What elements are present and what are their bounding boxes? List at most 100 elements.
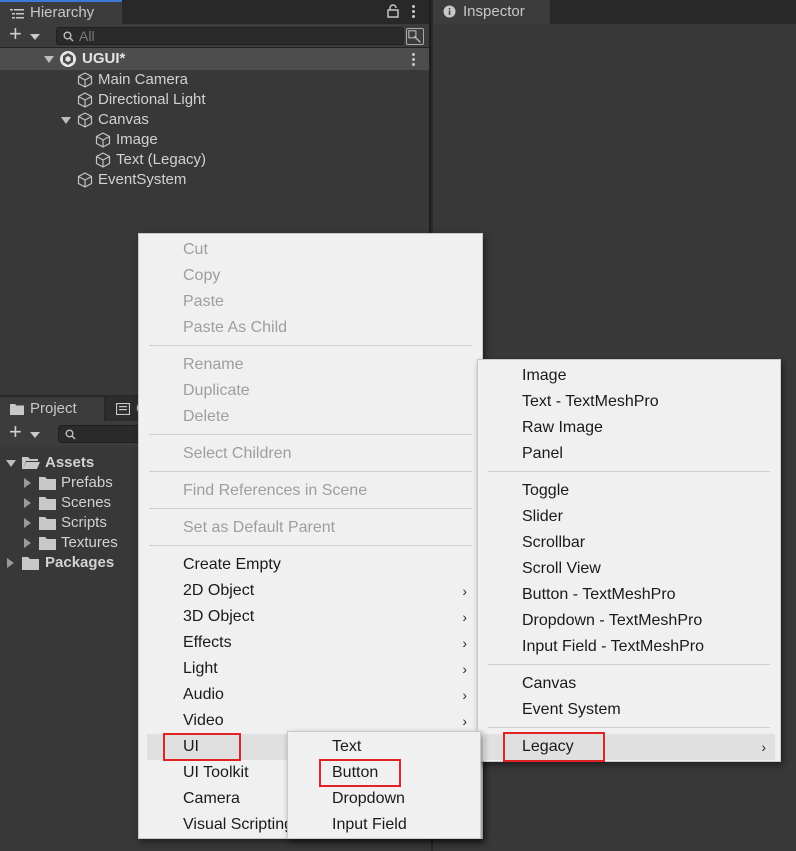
menu-item-label: Toggle: [522, 482, 570, 499]
submenu-item-canvas[interactable]: Canvas: [522, 671, 576, 697]
menu-separator: [149, 471, 472, 472]
chevron-down-icon: [30, 34, 40, 40]
menu-item-label: Paste: [183, 293, 224, 310]
menu-item-ui-toolkit[interactable]: UI Toolkit: [183, 760, 249, 786]
menu-item-label: Duplicate: [183, 382, 250, 399]
tree-item-label: Canvas: [98, 111, 149, 128]
folder-label: Textures: [61, 534, 118, 551]
menu-item-label: Camera: [183, 790, 240, 807]
legacy-item-input-field[interactable]: Input Field: [332, 812, 407, 838]
tab-hierarchy-label: Hierarchy: [30, 4, 95, 21]
submenu-item-dropdown-textmeshpro[interactable]: Dropdown - TextMeshPro: [522, 608, 702, 634]
hierarchy-search-input[interactable]: All: [56, 27, 404, 45]
menu-item-2d-object[interactable]: 2D Object ›: [183, 578, 467, 604]
submenu-item-button-textmeshpro[interactable]: Button - TextMeshPro: [522, 582, 676, 608]
menu-separator: [149, 345, 472, 346]
folder-expand-icon[interactable]: [24, 478, 31, 488]
menu-item-label: 3D Object: [183, 608, 255, 625]
menu-item-camera[interactable]: Camera: [183, 786, 240, 812]
lock-icon[interactable]: [386, 4, 400, 18]
folder-icon: [39, 477, 56, 490]
folder-expand-icon[interactable]: [24, 538, 31, 548]
menu-item-label: Scroll View: [522, 560, 601, 577]
canvas-fold-icon[interactable]: [61, 117, 71, 124]
tree-item-label: Directional Light: [98, 91, 206, 108]
inspector-tabstrip: Inspector: [433, 0, 796, 24]
menu-item-find-references[interactable]: Find References in Scene: [183, 478, 367, 504]
submenu-item-text-textmeshpro[interactable]: Text - TextMeshPro: [522, 389, 659, 415]
scene-row[interactable]: UGUI*: [0, 48, 429, 70]
chevron-right-icon: ›: [462, 583, 467, 599]
folder-expand-icon[interactable]: [7, 558, 14, 568]
submenu-item-input-field-textmeshpro[interactable]: Input Field - TextMeshPro: [522, 634, 704, 660]
tree-item-label: EventSystem: [98, 171, 187, 188]
menu-item-label: Dropdown: [332, 790, 405, 807]
submenu-item-raw-image[interactable]: Raw Image: [522, 415, 603, 441]
menu-item-label: Video: [183, 712, 224, 729]
menu-item-duplicate[interactable]: Duplicate: [183, 378, 250, 404]
chevron-right-icon: ›: [462, 661, 467, 677]
menu-item-set-default-parent[interactable]: Set as Default Parent: [183, 515, 335, 541]
menu-separator: [488, 471, 770, 472]
search-icon: [65, 429, 76, 440]
hierarchy-menu-icon[interactable]: [412, 5, 416, 20]
scene-menu-icon[interactable]: [412, 53, 416, 68]
tab-project[interactable]: Project: [0, 397, 104, 421]
menu-item-create-empty[interactable]: Create Empty: [183, 552, 281, 578]
folder-expand-icon[interactable]: [24, 498, 31, 508]
tab-inspector-label: Inspector: [463, 3, 525, 20]
menu-item-label: Select Children: [183, 445, 292, 462]
folder-fold-icon[interactable]: [6, 460, 16, 467]
scene-name: UGUI*: [82, 50, 126, 67]
submenu-item-panel[interactable]: Panel: [522, 441, 563, 467]
menu-separator: [149, 545, 472, 546]
menu-item-label: Scrollbar: [522, 534, 586, 551]
folder-label: Scenes: [61, 494, 112, 511]
submenu-item-image[interactable]: Image: [522, 363, 566, 389]
menu-item-delete[interactable]: Delete: [183, 404, 229, 430]
legacy-item-dropdown[interactable]: Dropdown: [332, 786, 405, 812]
submenu-item-slider[interactable]: Slider: [522, 504, 563, 530]
menu-item-paste-as-child[interactable]: Paste As Child: [183, 315, 287, 341]
menu-item-effects[interactable]: Effects ›: [183, 630, 467, 656]
menu-item-3d-object[interactable]: 3D Object ›: [183, 604, 467, 630]
folder-open-icon: [22, 457, 40, 469]
menu-item-copy[interactable]: Copy: [183, 263, 220, 289]
menu-separator: [488, 727, 770, 728]
list-icon: [10, 9, 24, 19]
gameobject-cube-icon: [77, 172, 93, 188]
folder-icon: [39, 497, 56, 510]
chevron-down-icon: [30, 432, 40, 438]
menu-item-label: Effects: [183, 634, 232, 651]
tab-project-label: Project: [30, 400, 77, 417]
menu-item-paste[interactable]: Paste: [183, 289, 224, 315]
menu-item-label: Paste As Child: [183, 319, 288, 336]
menu-item-cut[interactable]: Cut: [183, 237, 208, 263]
scene-fold-icon[interactable]: [44, 56, 54, 63]
menu-item-light[interactable]: Light ›: [183, 656, 467, 682]
folder-icon: [22, 557, 39, 570]
create-button[interactable]: +: [6, 22, 40, 46]
submenu-item-toggle[interactable]: Toggle: [522, 478, 569, 504]
submenu-item-event-system[interactable]: Event System: [522, 697, 621, 723]
submenu-item-scrollbar[interactable]: Scrollbar: [522, 530, 585, 556]
gameobject-cube-icon: [77, 112, 93, 128]
project-create-button[interactable]: +: [6, 420, 40, 444]
menu-item-rename[interactable]: Rename: [183, 352, 243, 378]
scene-filter-icon[interactable]: [406, 28, 424, 45]
legacy-highlight-box: [503, 732, 605, 762]
unity-scene-icon: [60, 51, 76, 67]
submenu-item-scroll-view[interactable]: Scroll View: [522, 556, 601, 582]
menu-item-select-children[interactable]: Select Children: [183, 441, 292, 467]
menu-separator: [149, 508, 472, 509]
menu-item-audio[interactable]: Audio ›: [183, 682, 467, 708]
chevron-right-icon: ›: [761, 739, 766, 755]
search-placeholder: All: [79, 28, 95, 44]
menu-item-label: Cut: [183, 241, 208, 258]
tab-inspector[interactable]: Inspector: [433, 0, 550, 24]
menu-item-visual-scripting[interactable]: Visual Scripting: [183, 812, 293, 838]
folder-expand-icon[interactable]: [24, 518, 31, 528]
chevron-right-icon: ›: [462, 635, 467, 651]
legacy-item-text[interactable]: Text: [332, 734, 361, 760]
button-highlight-box: [319, 759, 401, 787]
